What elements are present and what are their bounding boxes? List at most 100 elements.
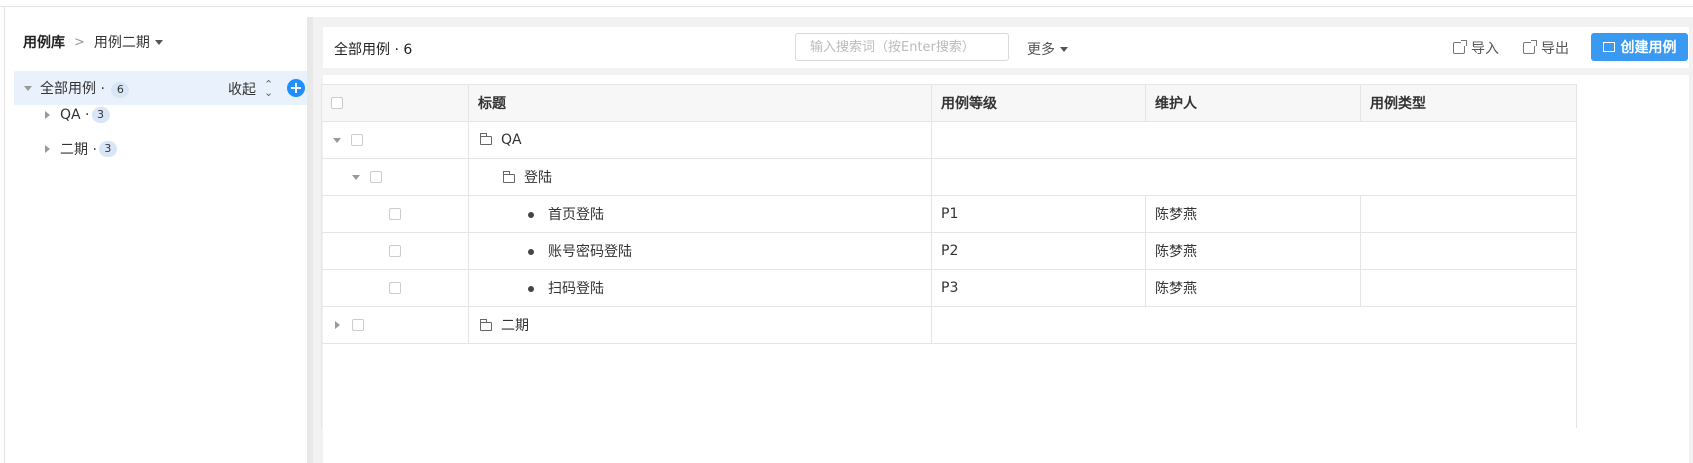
create-case-button[interactable]: 创建用例 bbox=[1591, 33, 1688, 61]
tree-item-all-cases[interactable]: 全部用例 · 6 收起 ⌃ ⌄ + bbox=[14, 71, 312, 105]
folder-icon bbox=[480, 318, 492, 331]
row-checkbox[interactable] bbox=[351, 134, 363, 146]
tree-item-phase2[interactable]: 二期 · 3 bbox=[45, 139, 117, 159]
table-empty-area bbox=[321, 343, 1577, 428]
expand-arrow-icon[interactable] bbox=[45, 111, 50, 119]
row-control-cell bbox=[321, 306, 469, 344]
table-row[interactable]: 二期 bbox=[321, 306, 1577, 344]
empty-cell bbox=[931, 306, 1577, 344]
empty-cell bbox=[931, 121, 1577, 159]
count-badge: 3 bbox=[91, 107, 110, 123]
collapse-button[interactable]: 收起 ⌃ ⌄ bbox=[228, 79, 273, 99]
tree-item-label: 二期 · bbox=[60, 142, 97, 158]
import-icon bbox=[1453, 40, 1467, 54]
row-control-cell bbox=[321, 121, 469, 159]
expand-arrow-icon[interactable] bbox=[45, 145, 50, 153]
row-checkbox[interactable] bbox=[370, 171, 382, 183]
select-all-checkbox[interactable] bbox=[331, 97, 343, 109]
table-row[interactable]: 扫码登陆 P3 陈梦燕 bbox=[321, 269, 1577, 307]
toolbar: 全部用例 · 6 更多 导入 导出 创建用例 bbox=[323, 27, 1689, 68]
table-row[interactable]: QA bbox=[321, 121, 1577, 159]
table-row[interactable]: 账号密码登陆 P2 陈梦燕 bbox=[321, 232, 1577, 270]
add-icon[interactable]: + bbox=[287, 79, 305, 97]
breadcrumb: 用例库 > 用例二期 bbox=[23, 32, 163, 52]
sort-updown-icon: ⌃ ⌄ bbox=[264, 78, 274, 99]
expand-arrow-icon[interactable] bbox=[335, 321, 340, 329]
count-badge: 3 bbox=[98, 141, 117, 157]
bullet-icon bbox=[528, 249, 534, 255]
bullet-icon bbox=[528, 212, 534, 218]
expand-arrow-icon[interactable] bbox=[333, 137, 341, 143]
type-cell bbox=[1360, 232, 1577, 270]
project-selector[interactable]: 用例二期 bbox=[94, 32, 163, 52]
title-cell: 登陆 bbox=[468, 158, 932, 196]
table-panel: 标题 用例等级 维护人 用例类型 QA 登陆 首页登陆 P1 陈梦燕 账号密码登… bbox=[321, 75, 1689, 463]
main-area: 全部用例 · 6 更多 导入 导出 创建用例 标题 用例等级 bbox=[313, 17, 1693, 463]
title-cell: 扫码登陆 bbox=[468, 269, 932, 307]
column-header: 用例类型 bbox=[1360, 84, 1577, 122]
row-title[interactable]: 首页登陆 bbox=[548, 207, 604, 223]
more-dropdown[interactable]: 更多 bbox=[1027, 39, 1068, 59]
select-all-cell bbox=[321, 84, 469, 122]
owner-cell: 陈梦燕 bbox=[1145, 269, 1361, 307]
folder-icon bbox=[480, 132, 492, 145]
level-cell: P1 bbox=[931, 195, 1146, 233]
type-cell bbox=[1360, 195, 1577, 233]
export-button[interactable]: 导出 bbox=[1523, 38, 1569, 58]
collapse-label: 收起 bbox=[228, 82, 256, 98]
row-control-cell bbox=[321, 158, 469, 196]
chevron-right-icon: > bbox=[74, 34, 85, 50]
row-checkbox[interactable] bbox=[389, 208, 401, 220]
expand-arrow-icon[interactable] bbox=[24, 85, 32, 91]
search-input[interactable] bbox=[795, 33, 1009, 61]
row-title: 登陆 bbox=[524, 170, 552, 186]
row-control-cell bbox=[321, 195, 469, 233]
title-cell: 账号密码登陆 bbox=[468, 232, 932, 270]
row-title[interactable]: 扫码登陆 bbox=[548, 281, 604, 297]
bullet-icon bbox=[528, 286, 534, 292]
title-cell: 首页登陆 bbox=[468, 195, 932, 233]
tree-item-label: 全部用例 · 6 bbox=[40, 78, 130, 98]
level-cell: P3 bbox=[931, 269, 1146, 307]
count-badge: 6 bbox=[111, 82, 130, 98]
more-label: 更多 bbox=[1027, 42, 1055, 58]
tree-root-text: 全部用例 · bbox=[40, 81, 110, 97]
import-label: 导入 bbox=[1471, 41, 1499, 57]
title-cell: QA bbox=[468, 121, 932, 159]
row-control-cell bbox=[321, 232, 469, 270]
column-header: 标题 bbox=[468, 84, 932, 122]
caret-down-icon bbox=[1060, 46, 1068, 52]
export-icon bbox=[1523, 40, 1537, 54]
expand-arrow-icon[interactable] bbox=[352, 174, 360, 180]
tree-item-qa[interactable]: QA · 3 bbox=[45, 105, 110, 125]
row-title: 二期 bbox=[501, 318, 529, 334]
column-header: 用例等级 bbox=[931, 84, 1146, 122]
table-header-row: 标题 用例等级 维护人 用例类型 bbox=[321, 84, 1577, 122]
export-label: 导出 bbox=[1541, 41, 1569, 57]
row-checkbox[interactable] bbox=[389, 245, 401, 257]
caret-down-icon bbox=[154, 39, 163, 45]
breadcrumb-library[interactable]: 用例库 bbox=[23, 32, 65, 52]
folder-add-icon bbox=[1602, 42, 1615, 52]
column-header: 维护人 bbox=[1145, 84, 1361, 122]
title-cell: 二期 bbox=[468, 306, 932, 344]
tree-item-label: QA · bbox=[60, 107, 90, 123]
sidebar: 用例库 > 用例二期 全部用例 · 6 收起 ⌃ ⌄ + QA · 3 二期 · … bbox=[5, 7, 312, 463]
row-checkbox[interactable] bbox=[352, 319, 364, 331]
type-cell bbox=[1360, 269, 1577, 307]
import-button[interactable]: 导入 bbox=[1453, 38, 1499, 58]
page-title: 全部用例 · 6 bbox=[334, 42, 413, 58]
project-name: 用例二期 bbox=[93, 35, 150, 51]
table-row[interactable]: 登陆 bbox=[321, 158, 1577, 196]
level-cell: P2 bbox=[931, 232, 1146, 270]
folder-icon bbox=[503, 170, 515, 183]
case-table: 标题 用例等级 维护人 用例类型 QA 登陆 首页登陆 P1 陈梦燕 账号密码登… bbox=[321, 84, 1577, 428]
owner-cell: 陈梦燕 bbox=[1145, 232, 1361, 270]
row-title: QA bbox=[501, 132, 522, 148]
owner-cell: 陈梦燕 bbox=[1145, 195, 1361, 233]
table-row[interactable]: 首页登陆 P1 陈梦燕 bbox=[321, 195, 1577, 233]
empty-cell bbox=[931, 158, 1577, 196]
row-checkbox[interactable] bbox=[389, 282, 401, 294]
row-title[interactable]: 账号密码登陆 bbox=[548, 244, 632, 260]
row-control-cell bbox=[321, 269, 469, 307]
